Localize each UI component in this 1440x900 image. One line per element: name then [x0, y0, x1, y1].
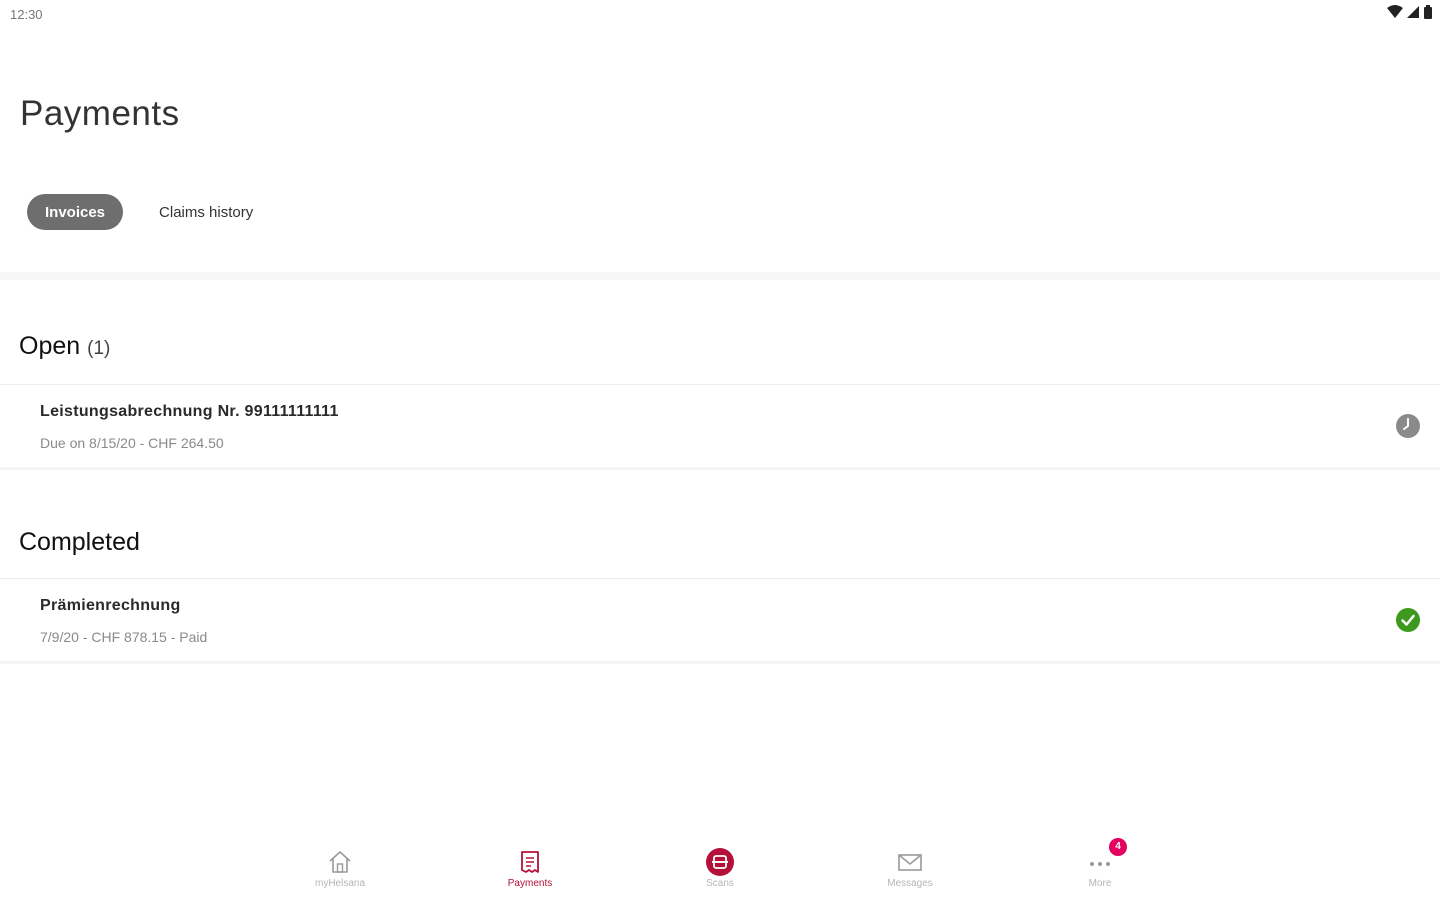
tab-claims-history[interactable]: Claims history [159, 204, 253, 221]
home-icon [329, 851, 351, 873]
status-icons [1387, 5, 1432, 19]
nav-item-messages[interactable]: Messages [850, 840, 970, 900]
tab-bar: Invoices Claims history [27, 194, 253, 230]
nav-item-scans[interactable]: Scans [660, 840, 780, 900]
nav-label-scans: Scans [706, 878, 734, 889]
signal-icon [1407, 6, 1419, 18]
nav-label-messages: Messages [887, 878, 933, 889]
receipt-icon [521, 851, 539, 873]
section-count-open: (1) [87, 338, 111, 359]
nav-label-payments: Payments [507, 878, 553, 889]
page-title: Payments [20, 94, 180, 133]
nav-item-more[interactable]: 4 More [1040, 838, 1160, 900]
invoice-title: Prämienrechnung [40, 597, 181, 614]
section-title-open: Open (1) [19, 332, 110, 361]
bottom-navigation: myHelsana Payments Scans Messages 4 More [0, 838, 1440, 900]
nav-label-more: More [1088, 878, 1112, 889]
tab-invoices[interactable]: Invoices [27, 194, 124, 230]
scan-icon [706, 848, 734, 876]
wifi-icon [1387, 5, 1403, 18]
status-bar: 12:30 [0, 0, 1440, 28]
invoice-row-open[interactable]: Leistungsabrechnung Nr. 99111111111 Due … [0, 384, 1440, 470]
envelope-icon [898, 854, 922, 871]
status-time: 12:30 [10, 7, 43, 22]
nav-item-payments[interactable]: Payments [470, 840, 590, 900]
battery-icon [1424, 5, 1432, 19]
clock-icon [1396, 414, 1420, 438]
section-title-open-label: Open [19, 332, 81, 360]
invoice-subtitle: Due on 8/15/20 - CHF 264.50 [40, 435, 224, 451]
nav-label-myhelsana: myHelsana [314, 878, 366, 889]
section-divider [0, 272, 1440, 280]
invoice-title: Leistungsabrechnung Nr. 99111111111 [40, 403, 339, 420]
check-circle-icon [1396, 608, 1420, 632]
notification-badge: 4 [1109, 838, 1127, 856]
invoice-row-completed[interactable]: Prämienrechnung 7/9/20 - CHF 878.15 - Pa… [0, 578, 1440, 664]
invoice-subtitle: 7/9/20 - CHF 878.15 - Paid [40, 629, 208, 645]
nav-item-myhelsana[interactable]: myHelsana [280, 840, 400, 900]
section-title-completed: Completed [19, 528, 140, 556]
